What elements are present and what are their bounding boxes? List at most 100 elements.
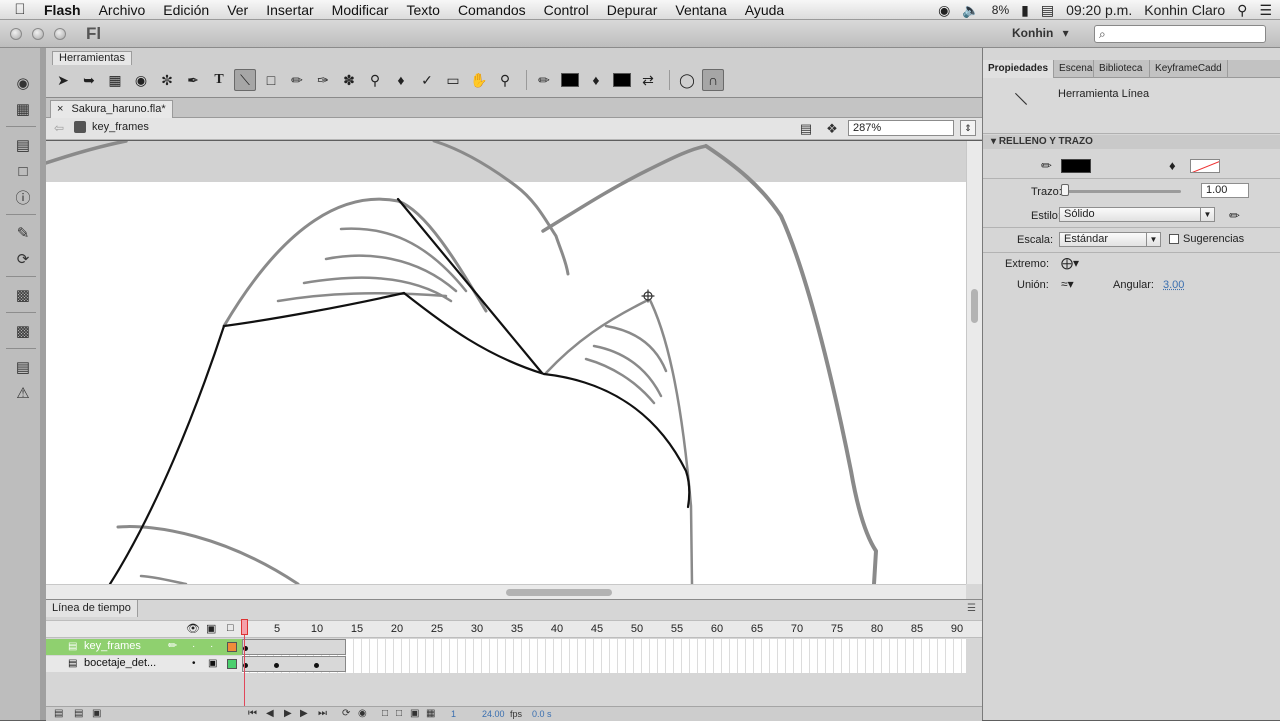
transform-icon[interactable]: □ [12,160,34,182]
hints-checkbox[interactable] [1169,234,1179,244]
eye-icon[interactable]: 👁 [186,622,200,635]
output-icon[interactable]: ▤ [12,356,34,378]
menu-texto[interactable]: Texto [397,2,448,18]
join-style-dropdown[interactable]: ≈▾ [1061,277,1074,291]
tab-biblioteca[interactable]: Biblioteca [1094,60,1150,78]
ruler-frame-number[interactable]: 40 [551,623,563,635]
ruler-frame-number[interactable]: 65 [751,623,763,635]
layer-outline-color[interactable] [227,642,237,652]
step-forward-icon[interactable]: ▶ [300,708,308,719]
frame-span-bocetaje[interactable] [242,656,346,672]
menu-insertar[interactable]: Insertar [257,2,322,18]
new-folder-icon[interactable]: ▤ [74,708,83,719]
stroke-color-icon[interactable]: ✏ [533,69,555,91]
scene-breadcrumb[interactable]: key_frames [74,121,149,133]
current-frame[interactable]: 1 [451,709,456,719]
battery-icon[interactable]: ▮ [1021,2,1029,19]
deco-tool-icon[interactable]: ✽ [338,69,360,91]
fill-color-swatch[interactable] [611,69,633,91]
go-to-first-frame-icon[interactable]: ⏮ [248,708,257,719]
spotlight-icon[interactable]: ⚲ [1237,2,1247,19]
apple-menu-icon[interactable]:  [0,1,40,18]
calendar-icon[interactable]: ▤ [1041,2,1054,19]
ruler-frame-number[interactable]: 85 [911,623,923,635]
stroke-color-swatch[interactable] [1061,159,1091,173]
new-layer-icon[interactable]: ▤ [54,708,63,719]
ruler-frame-number[interactable]: 30 [471,623,483,635]
workspace-switcher[interactable]: Konhin ▾ [1012,26,1069,40]
playhead-handle[interactable] [241,619,248,635]
horizontal-scrollbar[interactable] [46,584,966,599]
menu-depurar[interactable]: Depurar [598,2,667,18]
swap-colors-icon[interactable]: ⇄ [637,69,659,91]
frame-ruler[interactable]: 151015202530354045505560657075808590 [242,621,966,639]
free-transform-tool-icon[interactable]: ▦ [104,69,126,91]
zoom-input[interactable]: 287% [848,120,954,136]
go-to-last-frame-icon[interactable]: ⏭ [318,708,327,719]
horizontal-scroll-thumb[interactable] [506,589,612,596]
brush-tool-icon[interactable]: ✑ [312,69,334,91]
lock-dot[interactable]: · [210,639,213,654]
visibility-dot[interactable]: · [192,639,195,654]
components-icon[interactable]: ▩ [12,284,34,306]
compiler-errors-icon[interactable]: ⚠ [12,382,34,404]
document-tab[interactable]: × Sakura_haruno.fla* [50,100,173,118]
zoom-tool-icon[interactable]: ⚲ [494,69,516,91]
minimize-window-button[interactable] [32,28,44,40]
vertical-scroll-thumb[interactable] [971,289,978,323]
fill-color-swatch[interactable] [1190,159,1220,173]
tools-panel-tab[interactable]: Herramientas [52,51,132,65]
lock-icon[interactable]: ▣ [206,622,216,635]
ruler-frame-number[interactable]: 35 [511,623,523,635]
close-window-button[interactable] [10,28,22,40]
onion-skin-outlines-icon[interactable]: □ [396,708,402,719]
volume-icon[interactable]: 🔈 [962,2,979,19]
ruler-frame-number[interactable]: 60 [711,623,723,635]
sync-icon[interactable]: ◉ [938,2,950,19]
frame-grid[interactable] [242,639,966,673]
selection-tool-icon[interactable]: ➤ [52,69,74,91]
help-search-input[interactable]: ⌕ [1094,25,1266,43]
object-drawing-icon[interactable]: ◯ [676,69,698,91]
menu-comandos[interactable]: Comandos [449,2,535,18]
color-wheel-icon[interactable]: ◉ [12,72,34,94]
stroke-color-swatch[interactable] [559,69,581,91]
loop-icon[interactable]: ⟳ [342,708,350,719]
tab-keyframecadd[interactable]: KeyframeCadd [1150,60,1228,78]
stroke-width-input[interactable]: 1.00 [1201,183,1249,198]
onion-skin-icon[interactable]: □ [382,708,388,719]
subselection-tool-icon[interactable]: ➥ [78,69,100,91]
code-snippets-icon[interactable]: ✎ [12,222,34,244]
align-icon[interactable]: ▤ [12,134,34,156]
info-icon[interactable]: ⓘ [12,186,34,208]
zoom-window-button[interactable] [54,28,66,40]
pencil-tool-icon[interactable]: ✏ [286,69,308,91]
line-tool-icon[interactable]: ⟍ [234,69,256,91]
edit-symbols-icon[interactable]: ❖ [824,121,840,137]
playhead[interactable] [244,619,245,720]
menu-edicion[interactable]: Edición [154,2,218,18]
library-icon[interactable]: ▩ [12,320,34,342]
paint-bucket-tool-icon[interactable]: ♦ [390,69,412,91]
section-fill-stroke[interactable]: ▾ RELLENO Y TRAZO [983,135,1280,149]
center-frame-icon[interactable]: ◉ [358,708,367,719]
swatches-icon[interactable]: ▦ [12,98,34,120]
tab-propiedades[interactable]: Propiedades [983,60,1054,78]
scale-select[interactable]: Estándar ▼ [1059,232,1161,247]
menu-ventana[interactable]: Ventana [666,2,735,18]
rectangle-tool-icon[interactable]: □ [260,69,282,91]
close-icon[interactable]: × [57,101,63,118]
menu-modificar[interactable]: Modificar [323,2,398,18]
lasso-tool-icon[interactable]: ✼ [156,69,178,91]
delete-layer-icon[interactable]: ▣ [92,708,101,719]
ruler-frame-number[interactable]: 75 [831,623,843,635]
miter-value[interactable]: 3.00 [1163,279,1184,291]
ruler-frame-number[interactable]: 10 [311,623,323,635]
layer-row-bocetaje[interactable]: ▤ bocetaje_det... • ▣ [46,656,242,672]
keyframe[interactable] [274,663,279,668]
step-back-icon[interactable]: ◀ [266,708,274,719]
app-menu-flash[interactable]: Flash [40,2,90,18]
battery-percent[interactable]: 8% [992,3,1009,17]
keyframe[interactable] [314,663,319,668]
menu-ver[interactable]: Ver [218,2,257,18]
